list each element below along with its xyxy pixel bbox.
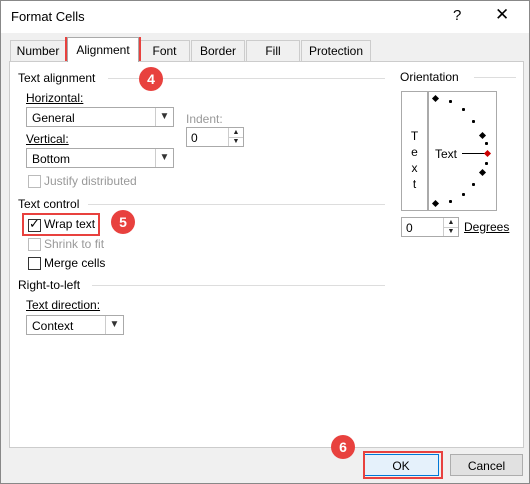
indent-label: Indent: [186, 112, 223, 126]
dial-diamond-icon [431, 94, 440, 103]
dial-dot-icon [449, 200, 452, 203]
cancel-button[interactable]: Cancel [450, 454, 523, 476]
step-callout-4: 4 [139, 67, 163, 91]
orientation-heading: Orientation [400, 70, 459, 84]
text-alignment-heading: Text alignment [18, 71, 96, 85]
chevron-down-icon: ▼ [155, 108, 173, 126]
merge-cells-label[interactable]: Merge cells [44, 256, 105, 270]
vertical-select[interactable]: Bottom ▼ [26, 148, 174, 168]
text-direction-label: Text direction: [26, 298, 101, 312]
tab-number[interactable]: Number [10, 40, 66, 61]
vertical-letter: t [412, 177, 417, 191]
dial-diamond-icon [478, 131, 487, 140]
chevron-down-icon: ▼ [155, 149, 173, 167]
divider [92, 285, 385, 286]
justify-distributed-checkbox[interactable] [28, 175, 41, 188]
dial-diamond-icon [478, 168, 487, 177]
spin-down-icon[interactable]: ▼ [229, 137, 243, 146]
dial-dot-icon [449, 100, 452, 103]
tab-font[interactable]: Font [139, 40, 190, 61]
merge-cells-checkbox[interactable] [28, 257, 41, 270]
ok-button-highlight [363, 451, 443, 479]
vertical-letter: e [411, 145, 418, 159]
wrap-text-highlight [22, 213, 100, 236]
indent-spin-buttons[interactable]: ▲ ▼ [228, 128, 243, 146]
text-direction-select[interactable]: Context ▼ [26, 315, 124, 335]
degrees-value: 0 [406, 221, 413, 235]
horizontal-value: General [32, 111, 75, 125]
dial-dot-icon [462, 108, 465, 111]
tab-fill[interactable]: Fill [246, 40, 300, 61]
dial-diamond-icon [431, 199, 440, 208]
shrink-to-fit-label: Shrink to fit [44, 237, 105, 251]
horizontal-label: Horizontal: [26, 91, 84, 105]
divider [474, 77, 516, 78]
dial-text-label: Text [435, 147, 458, 161]
text-control-heading: Text control [18, 197, 80, 211]
dial-dot-icon [485, 162, 488, 165]
text-direction-value: Context [32, 319, 74, 333]
dial-dot-icon [462, 193, 465, 196]
chevron-down-icon: ▼ [105, 316, 123, 334]
format-cells-dialog: Format Cells ? ✕ Number Alignment Font B… [0, 0, 530, 484]
dial-handle-icon[interactable] [483, 149, 492, 158]
dial-pointer [462, 153, 485, 154]
indent-value: 0 [191, 131, 198, 145]
tab-border[interactable]: Border [191, 40, 245, 61]
horizontal-select[interactable]: General ▼ [26, 107, 174, 127]
dial-dot-icon [485, 142, 488, 145]
vertical-letter: x [411, 161, 418, 175]
close-button[interactable]: ✕ [495, 5, 509, 25]
orientation-dial[interactable]: Text [428, 91, 497, 211]
spin-down-icon[interactable]: ▼ [444, 227, 458, 236]
degrees-spinner[interactable]: 0 ▲ ▼ [401, 217, 459, 237]
vertical-text-button[interactable]: T e x t [401, 91, 428, 211]
step-callout-5: 5 [111, 210, 135, 234]
dialog-title: Format Cells [11, 9, 85, 24]
dial-dot-icon [472, 183, 475, 186]
step-callout-6: 6 [331, 435, 355, 459]
tab-alignment[interactable]: Alignment [67, 37, 139, 62]
degrees-label: Degrees [464, 220, 510, 234]
rtl-heading: Right-to-left [18, 278, 81, 292]
vertical-value: Bottom [32, 152, 71, 166]
dial-dot-icon [472, 120, 475, 123]
tab-protection[interactable]: Protection [301, 40, 371, 61]
divider [88, 204, 385, 205]
help-button[interactable]: ? [453, 7, 461, 24]
vertical-label: Vertical: [26, 132, 69, 146]
vertical-letter: T [410, 129, 419, 143]
shrink-to-fit-checkbox[interactable] [28, 238, 41, 251]
title-bar: Format Cells ? ✕ [1, 1, 529, 33]
degrees-spin-buttons[interactable]: ▲ ▼ [443, 218, 458, 236]
justify-distributed-label: Justify distributed [44, 174, 137, 188]
indent-spinner[interactable]: 0 ▲ ▼ [186, 127, 244, 147]
